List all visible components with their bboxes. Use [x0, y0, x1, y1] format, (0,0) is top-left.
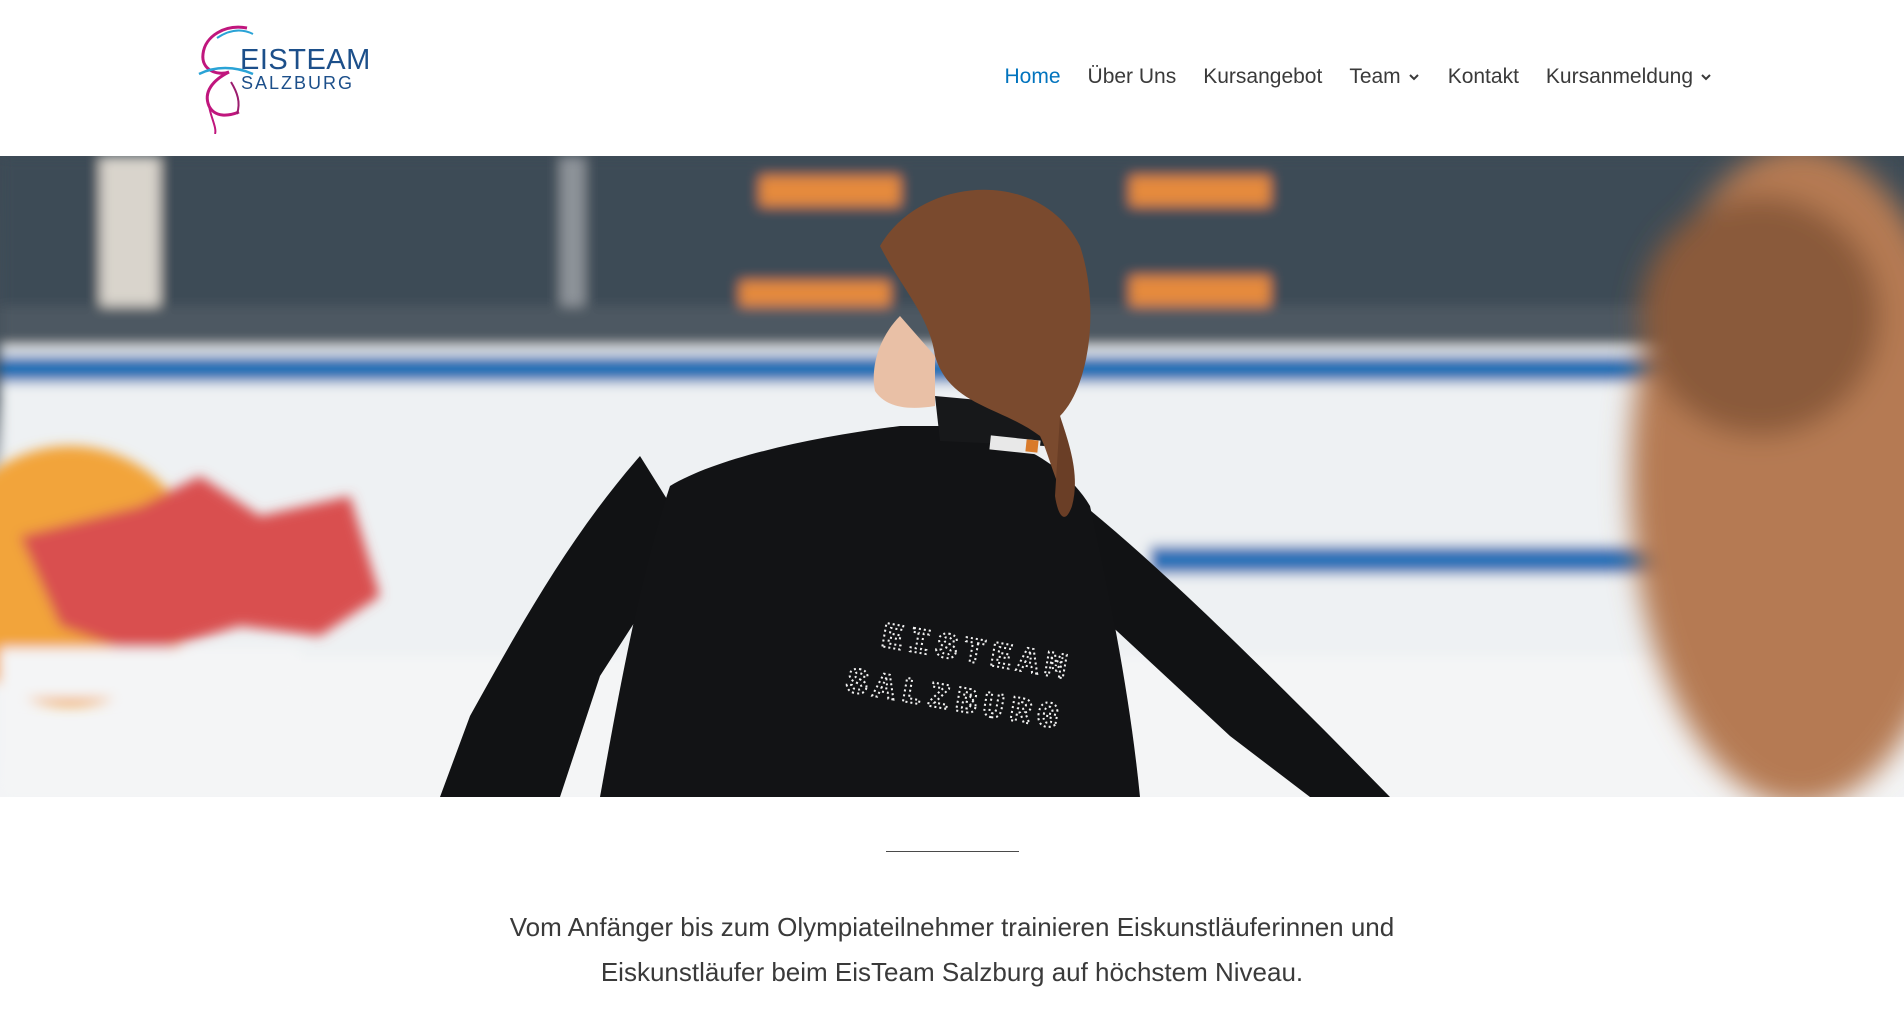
nav-item-label: Kursangebot	[1203, 65, 1323, 88]
site-header: EISTEAM SALZBURG Home Über Uns Kursangeb…	[0, 0, 1904, 156]
nav-item-label: Kursanmeldung	[1545, 65, 1693, 88]
nav-item-home[interactable]: Home	[1005, 65, 1061, 89]
nav-item-kursanmeldung[interactable]: Kursanmeldung	[1546, 65, 1713, 89]
hero-image: EISTEAM SALZBURG	[0, 156, 1904, 797]
nav-item-ueber-uns[interactable]: Über Uns	[1088, 65, 1177, 89]
nav-item-label: Über Uns	[1087, 65, 1177, 88]
site-logo[interactable]: EISTEAM SALZBURG	[195, 22, 370, 134]
nav-item-kursangebot[interactable]: Kursangebot	[1203, 65, 1322, 89]
logo-text-salzburg: SALZBURG	[241, 73, 355, 93]
nav-item-label: Home	[1004, 65, 1061, 88]
intro-line-2: Eiskunstläufer beim EisTeam Salzburg auf…	[600, 957, 1304, 987]
nav-item-kontakt[interactable]: Kontakt	[1448, 65, 1519, 89]
nav-item-team[interactable]: Team	[1349, 65, 1420, 89]
logo-text-eisteam: EISTEAM	[240, 44, 371, 76]
nav-item-label: Kontakt	[1447, 65, 1519, 88]
section-divider	[886, 851, 1019, 852]
chevron-down-icon	[1408, 74, 1419, 81]
chevron-down-icon	[1701, 74, 1711, 81]
intro-line-1: Vom Anfänger bis zum Olympiateilnehmer t…	[509, 912, 1395, 942]
intro-paragraph: Vom Anfänger bis zum Olympiateilnehmer t…	[452, 905, 1452, 995]
nav-item-label: Team	[1349, 65, 1401, 88]
hero-figure-skater-illustration: EISTEAM SALZBURG	[0, 156, 1904, 797]
main-navigation: Home Über Uns Kursangebot Team Kontakt K…	[1005, 60, 1714, 94]
